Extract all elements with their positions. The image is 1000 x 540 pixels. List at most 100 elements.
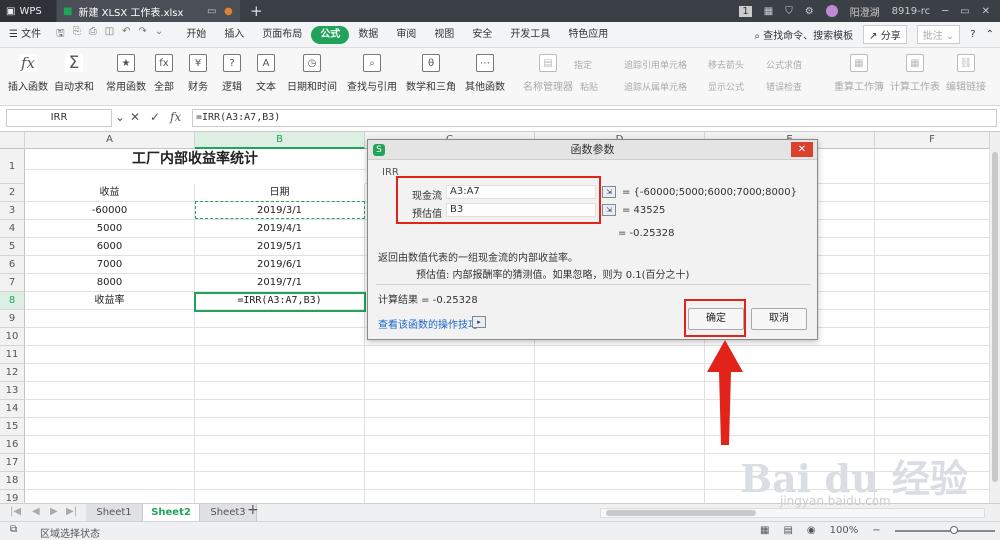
collapse-ref-icon-1[interactable]: ⇲: [602, 186, 616, 198]
financial-button[interactable]: ¥ 财务: [188, 54, 208, 93]
zoom-out-icon[interactable]: −: [872, 525, 880, 536]
menu-item-insert[interactable]: 插入: [215, 26, 253, 44]
grid-cell[interactable]: [195, 472, 365, 490]
cell-b2[interactable]: 日期: [195, 184, 365, 202]
enter-formula-icon[interactable]: ✓: [150, 110, 160, 124]
export-icon[interactable]: ⎘: [73, 26, 81, 43]
calc-sheet-button[interactable]: ▦ 计算工作表: [890, 54, 940, 93]
normal-view-icon[interactable]: ▦: [760, 525, 769, 536]
grid-cell[interactable]: [365, 418, 535, 436]
grid-cell[interactable]: [875, 346, 990, 364]
menu-item-developer[interactable]: 开发工具: [501, 26, 559, 44]
grid-icon[interactable]: ▦: [764, 6, 773, 17]
zoom-level[interactable]: 100%: [830, 525, 859, 536]
cell-b5[interactable]: 2019/5/1: [195, 238, 365, 256]
grid-cell[interactable]: [875, 149, 990, 184]
first-sheet-icon[interactable]: |◀: [10, 506, 21, 517]
reading-mode-icon[interactable]: ◉: [807, 525, 816, 536]
cell-b6[interactable]: 2019/6/1: [195, 256, 365, 274]
row-header-17[interactable]: 17: [0, 454, 25, 472]
row-header-2[interactable]: 2: [0, 184, 25, 202]
dialog-title-bar[interactable]: S 函数参数 ✕: [368, 140, 817, 160]
horizontal-scroll-thumb[interactable]: [606, 510, 756, 516]
insert-function-button[interactable]: fx 插入函数: [8, 54, 48, 93]
share-button[interactable]: ↗ 分享: [863, 25, 907, 44]
grid-cell[interactable]: [195, 454, 365, 472]
restore-button[interactable]: ▭: [960, 6, 969, 17]
grid-cell[interactable]: [25, 490, 195, 503]
grid-cell[interactable]: [875, 202, 990, 220]
grid-cell[interactable]: [25, 472, 195, 490]
grid-cell[interactable]: [875, 220, 990, 238]
cancel-formula-icon[interactable]: ✕: [130, 110, 140, 124]
cell-a6[interactable]: 7000: [25, 256, 195, 274]
preview-icon[interactable]: ◫: [105, 26, 114, 43]
grid-cell[interactable]: [535, 418, 705, 436]
row-header-19[interactable]: 19: [0, 490, 25, 503]
row-header-11[interactable]: 11: [0, 346, 25, 364]
menu-item-view[interactable]: 视图: [425, 26, 463, 44]
lookup-button[interactable]: ⌕ 查找与引用: [347, 54, 397, 93]
row-header-10[interactable]: 10: [0, 328, 25, 346]
redo-icon[interactable]: ↷: [139, 26, 147, 43]
grid-cell[interactable]: [365, 472, 535, 490]
row-header-16[interactable]: 16: [0, 436, 25, 454]
row-header-7[interactable]: 7: [0, 274, 25, 292]
grid-cell[interactable]: [875, 418, 990, 436]
row-header-5[interactable]: 5: [0, 238, 25, 256]
page-badge[interactable]: 1: [739, 5, 752, 17]
row-header-15[interactable]: 15: [0, 418, 25, 436]
settings-icon[interactable]: ⚙: [805, 6, 814, 17]
cell-a3[interactable]: -60000: [25, 202, 195, 220]
cell-a7[interactable]: 8000: [25, 274, 195, 292]
grid-cell[interactable]: [875, 238, 990, 256]
next-sheet-icon[interactable]: ▶: [50, 506, 58, 517]
cell-a2[interactable]: 收益: [25, 184, 195, 202]
name-manager-button[interactable]: ▤ 名称管理器: [523, 54, 573, 93]
grid-cell[interactable]: [365, 436, 535, 454]
grid-cell[interactable]: [195, 382, 365, 400]
row-header-13[interactable]: 13: [0, 382, 25, 400]
column-header-f[interactable]: F: [875, 132, 990, 149]
recalc-workbook-button[interactable]: ▦ 重算工作簿: [834, 54, 884, 93]
wps-app-button[interactable]: ▣ WPS: [0, 0, 56, 22]
grid-cell[interactable]: [535, 490, 705, 503]
grid-cell[interactable]: [875, 274, 990, 292]
row-header-12[interactable]: 12: [0, 364, 25, 382]
grid-cell[interactable]: [365, 454, 535, 472]
grid-cell[interactable]: [25, 400, 195, 418]
column-header-b[interactable]: B: [195, 132, 365, 149]
grid-cell[interactable]: [25, 436, 195, 454]
grid-cell[interactable]: [25, 364, 195, 382]
row-header-6[interactable]: 6: [0, 256, 25, 274]
edit-links-button[interactable]: ⛓ 编辑链接: [946, 54, 986, 93]
avatar[interactable]: [825, 5, 838, 17]
macro-icon[interactable]: ⧉: [10, 524, 17, 535]
common-functions-button[interactable]: ★ 常用函数: [106, 54, 146, 93]
vertical-scrollbar[interactable]: [990, 132, 1000, 503]
column-header-a[interactable]: A: [25, 132, 195, 149]
menu-item-security[interactable]: 安全: [463, 26, 501, 44]
file-menu[interactable]: ☰ 文件: [0, 26, 50, 44]
add-sheet-button[interactable]: +: [247, 502, 259, 518]
math-trig-button[interactable]: θ 数学和三角: [406, 54, 456, 93]
shirt-icon[interactable]: ⛉: [785, 6, 793, 17]
paste-name-button[interactable]: 粘贴: [580, 80, 598, 93]
help-link[interactable]: 查看该函数的操作技巧: [378, 316, 478, 331]
grid-cell[interactable]: [875, 292, 990, 310]
grid-cell[interactable]: [535, 472, 705, 490]
prev-sheet-icon[interactable]: ◀: [32, 506, 40, 517]
grid-cell[interactable]: [195, 346, 365, 364]
grid-cell[interactable]: [875, 310, 990, 328]
trace-precedents-button[interactable]: 追踪引用单元格: [624, 58, 687, 71]
grid-cell[interactable]: [535, 346, 705, 364]
page-view-icon[interactable]: ▤: [783, 525, 792, 536]
grid-cell[interactable]: [25, 454, 195, 472]
grid-cell[interactable]: [25, 418, 195, 436]
trace-dependents-button[interactable]: 追踪从属单元格: [624, 80, 687, 93]
monitor-icon[interactable]: ▭: [207, 6, 216, 17]
select-all-corner[interactable]: [0, 132, 25, 149]
fx-formula-icon[interactable]: fx: [170, 110, 181, 124]
error-check-button[interactable]: 错误检查: [766, 80, 802, 93]
menu-item-start[interactable]: 开始: [177, 26, 215, 44]
